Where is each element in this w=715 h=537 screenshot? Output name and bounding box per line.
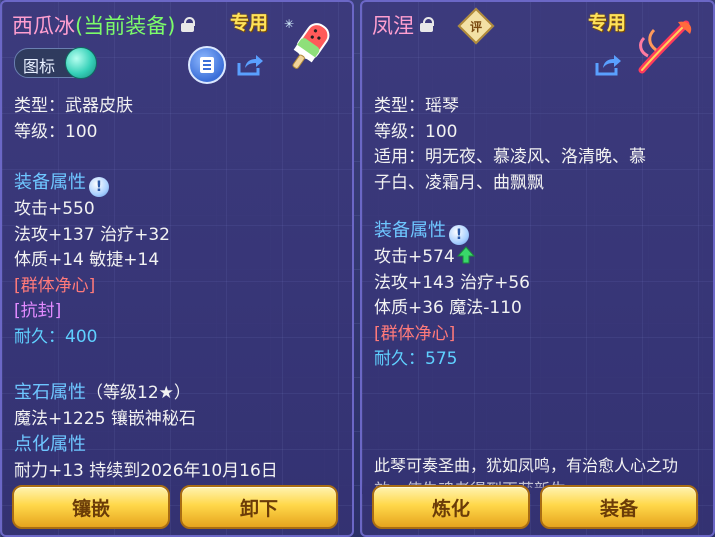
compare-item-tooltip: 凤涅 评 专用 类型：瑶琴 等级：100 适用：明无夜、慕凌风、洛清晚、慕 子白… xyxy=(360,0,715,537)
exclusive-label: 专用 xyxy=(230,12,269,34)
info-icon[interactable]: ! xyxy=(89,177,109,197)
item-details: 类型：武器皮肤 等级：100 xyxy=(14,94,133,145)
share-button[interactable] xyxy=(234,50,266,80)
equip-attributes: 装备属性! 攻击+574 法攻+143 治疗+56 体质+36 魔法-110 [… xyxy=(374,218,530,373)
refine-line: 耐力+13 持续到2026年10月16日 xyxy=(14,460,278,481)
info-icon[interactable]: ! xyxy=(449,225,469,245)
lock-icon[interactable] xyxy=(181,16,196,32)
book-icon xyxy=(200,57,214,73)
equip-attr-title: 装备属性 xyxy=(14,172,86,193)
item-level: 等级：100 xyxy=(14,121,98,142)
item-name: 凤涅 xyxy=(372,14,414,38)
icon-toggle[interactable]: 图标 xyxy=(14,47,97,79)
refine-attr-title: 点化属性 xyxy=(14,434,86,455)
equip-attributes: 装备属性! 攻击+550 法攻+137 治疗+32 体质+14 敏捷+14 [群… xyxy=(14,170,170,350)
equip-button[interactable]: 装备 xyxy=(540,485,698,529)
current-equip-tooltip: 西瓜冰(当前装备) 专用 ✳ 图标 类型：武器皮肤 等级：100 装备属性 ! … xyxy=(0,0,354,537)
gem-level: （等级12★） xyxy=(86,383,191,403)
applicable-line: 适用：明无夜、慕凌风、洛清晚、慕 xyxy=(374,147,646,167)
attr-line: 法攻+143 治疗+56 xyxy=(374,272,530,293)
gem-attr-title: 宝石属性 xyxy=(14,382,86,403)
attr-line: 法攻+137 治疗+32 xyxy=(14,224,170,245)
share-icon xyxy=(237,55,263,76)
item-name: 西瓜冰 xyxy=(12,14,75,38)
lock-icon[interactable] xyxy=(420,16,434,32)
item-details: 类型：瑶琴 等级：100 适用：明无夜、慕凌风、洛清晚、慕 子白、凌霜月、曲飘飘 xyxy=(374,94,646,196)
popsicle-skin-icon: ✳ xyxy=(284,17,330,69)
unequip-button[interactable]: 卸下 xyxy=(180,485,338,529)
durability-label: 耐久： xyxy=(14,326,65,347)
current-equip-tag: (当前装备) xyxy=(75,14,176,38)
toggle-knob xyxy=(65,47,97,79)
attr-line: 攻击+550 xyxy=(14,199,95,219)
refine-button[interactable]: 炼化 xyxy=(372,485,530,529)
skill-tag: [群体净心] xyxy=(374,323,456,344)
durability-label: 耐久： xyxy=(374,349,425,369)
gem-line: 魔法+1225 镶嵌神秘石 xyxy=(14,408,196,429)
inlay-button[interactable]: 镶嵌 xyxy=(12,485,170,529)
up-arrow-icon xyxy=(456,246,475,264)
item-title: 凤涅 xyxy=(372,10,434,40)
share-icon xyxy=(595,55,621,76)
gem-attributes: 宝石属性（等级12★） 魔法+1225 镶嵌神秘石 点化属性 耐力+13 持续到… xyxy=(14,380,278,484)
svg-text:✳: ✳ xyxy=(284,17,294,31)
durability-value: 575 xyxy=(425,349,458,369)
attr-line: 体质+36 魔法-110 xyxy=(374,298,522,318)
attr-line: 体质+14 敏捷+14 xyxy=(14,250,160,270)
share-button[interactable] xyxy=(592,50,624,80)
book-button[interactable] xyxy=(188,46,226,84)
item-title: 西瓜冰(当前装备) xyxy=(12,10,196,40)
skill-tag: [群体净心] xyxy=(14,275,96,296)
item-type: 类型：瑶琴 xyxy=(374,96,459,116)
applicable-line: 子白、凌霜月、曲飘飘 xyxy=(374,172,544,193)
skill-tag: [抗封] xyxy=(14,301,62,321)
attr-line: 攻击+574 xyxy=(374,247,455,267)
item-level: 等级：100 xyxy=(374,121,458,142)
exclusive-label: 专用 xyxy=(588,12,627,34)
equip-attr-title: 装备属性 xyxy=(374,220,446,241)
icon-toggle-label: 图标 xyxy=(23,57,56,76)
durability-value: 400 xyxy=(65,326,98,347)
item-type: 类型：武器皮肤 xyxy=(14,96,133,116)
phoenix-qin-icon xyxy=(638,20,692,74)
